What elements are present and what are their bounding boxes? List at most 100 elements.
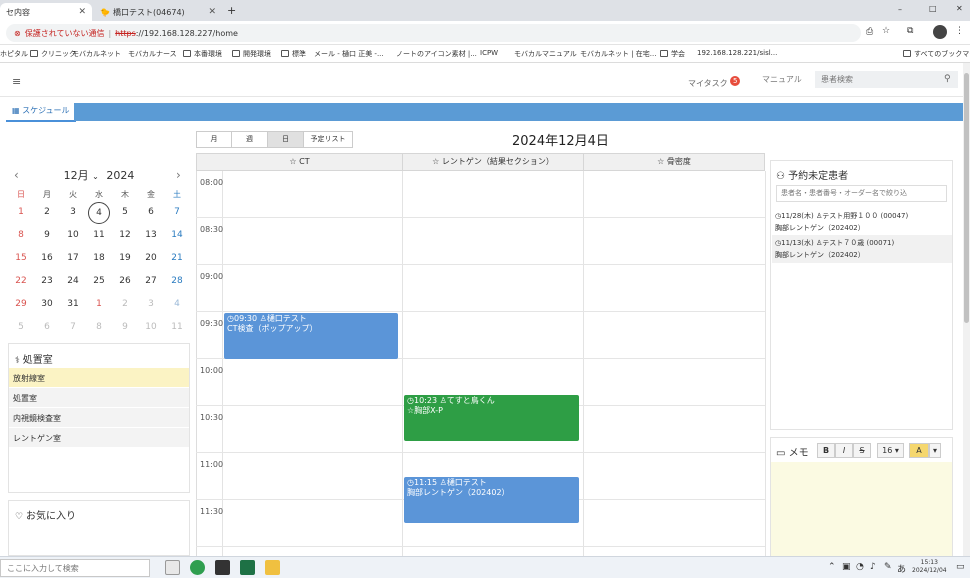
calendar-day[interactable]: 22 [8,276,34,286]
calendar-day[interactable]: 29 [8,299,34,309]
bookmark-folder[interactable]: すべてのブックマーク [903,49,970,59]
mytask-link[interactable]: マイタスク 5 [688,76,741,89]
bookmark[interactable]: モバカルマニュアル [514,49,577,59]
star-icon[interactable]: ☆ [289,157,296,166]
calendar-day[interactable]: 12 [112,230,138,240]
calendar-day[interactable]: 1 [86,299,112,309]
close-tab-icon[interactable]: ✕ [78,7,86,17]
calendar-day[interactable]: 8 [86,322,112,332]
app-icon[interactable] [215,560,230,575]
mini-calendar-title[interactable]: 12月 ⌄ 2024 [8,167,190,185]
calendar-day[interactable]: 25 [86,276,112,286]
network-icon[interactable]: ▣ [842,562,851,572]
taskbar-search-input[interactable] [0,559,150,577]
memo-textarea[interactable] [771,462,952,556]
strikethrough-button[interactable]: S [853,443,871,458]
calendar-day[interactable]: 7 [164,207,190,217]
view-day-button[interactable]: 日 [267,131,304,148]
calendar-day[interactable]: 4 [88,202,110,224]
bookmark[interactable]: 192.168.128.221/sisl... [697,49,777,57]
appointment-event[interactable]: ◷10:23 ♙てすと鳥くん ☆胸部X-P [404,395,579,441]
calendar-day[interactable]: 3 [138,299,164,309]
bookmark[interactable]: モバカルネット [72,49,121,59]
omnibox[interactable]: ⊗ 保護されていない通信 | https ://192.168.128.227/… [6,24,861,42]
bookmark[interactable]: メール - 樋口 正美 -... [314,49,384,59]
calendar-day[interactable]: 18 [86,253,112,263]
ime-indicator[interactable]: あ [897,562,906,575]
pen-icon[interactable]: ✎ [884,562,892,572]
calendar-day[interactable]: 5 [8,322,34,332]
close-window-button[interactable]: ✕ [956,4,963,13]
calendar-day[interactable]: 20 [138,253,164,263]
calendar-day[interactable]: 23 [34,276,60,286]
manual-link[interactable]: マニュアル [762,74,802,85]
calendar-day[interactable]: 11 [164,322,190,332]
volume-icon[interactable]: ♪ [870,562,876,572]
calendar-day[interactable]: 6 [138,207,164,217]
browser-tab-active[interactable]: セ内容 ✕ [0,3,92,21]
room-item[interactable]: 処置室 [9,388,189,408]
calendar-day[interactable]: 14 [164,230,190,240]
room-item[interactable]: レントゲン室 [9,428,189,448]
bookmark[interactable]: モバカルネット | 在宅... [580,49,656,59]
calendar-day[interactable]: 10 [60,230,86,240]
bookmark[interactable]: モバカルナース [128,49,177,59]
chrome-icon[interactable] [190,560,205,575]
scrollbar-thumb[interactable] [964,73,969,323]
page-scrollbar[interactable] [963,63,970,556]
star-icon[interactable]: ☆ [432,157,439,166]
calendar-day[interactable]: 11 [86,230,112,240]
bookmark-folder[interactable]: 開発環境 [232,49,271,59]
new-tab-button[interactable]: + [227,4,236,17]
calendar-day[interactable]: 9 [112,322,138,332]
excel-icon[interactable] [240,560,255,575]
calendar-day[interactable]: 2 [112,299,138,309]
maximize-button[interactable]: □ [929,4,937,13]
close-tab-icon[interactable]: ✕ [208,7,216,17]
star-icon[interactable]: ☆ [882,26,890,36]
extension-icon[interactable]: ⧉ [907,26,913,36]
bookmark-folder[interactable]: クリニック [30,49,76,59]
bookmark[interactable]: ICPW [480,49,498,57]
share-icon[interactable]: ⎙ [866,27,873,37]
calendar-day[interactable]: 24 [60,276,86,286]
calendar-day[interactable]: 8 [8,230,34,240]
browser-tab[interactable]: 🐤 橋口テスト(04674) ✕ [94,3,222,21]
bold-button[interactable]: B [817,443,835,458]
patient-search-input[interactable] [815,71,958,88]
clock[interactable]: 15:13 2024/12/04 [912,559,947,575]
calendar-day[interactable]: 15 [8,253,34,263]
kebab-menu-icon[interactable]: ⋮ [955,26,964,36]
calendar-day[interactable]: 31 [60,299,86,309]
next-month-icon[interactable]: › [176,168,181,182]
unscheduled-item[interactable]: ◷11/13(水) ♙テスト７０歳 (00071) 胸部レントゲン（202402… [772,235,952,263]
font-color-button[interactable]: A [909,443,929,458]
unscheduled-item[interactable]: ◷11/28(木) ♙テスト用野１００ (00047) 胸部レントゲン（2024… [772,208,952,236]
italic-button[interactable]: I [835,443,853,458]
tab-schedule[interactable]: ▦ スケジュール [6,100,76,122]
profile-avatar[interactable] [933,25,947,39]
calendar-day[interactable]: 1 [8,207,34,217]
bookmark-folder[interactable]: 学会 [660,49,685,59]
font-color-dropdown[interactable]: ▾ [929,443,941,458]
calendar-day[interactable]: 21 [164,253,190,263]
calendar-day[interactable]: 7 [60,322,86,332]
taskview-icon[interactable] [165,560,180,575]
calendar-day[interactable]: 28 [164,276,190,286]
notification-icon[interactable]: ▭ [956,562,965,572]
calendar-day[interactable]: 27 [138,276,164,286]
file-explorer-icon[interactable] [265,560,280,575]
calendar-day[interactable]: 3 [60,207,86,217]
calendar-day[interactable]: 9 [34,230,60,240]
view-month-button[interactable]: 月 [196,131,232,148]
calendar-day[interactable]: 16 [34,253,60,263]
appointment-event[interactable]: ◷11:15 ♙樋口テスト 胸部レントゲン（202402） [404,477,579,523]
wifi-icon[interactable]: ◔ [856,562,864,572]
calendar-day[interactable]: 6 [34,322,60,332]
calendar-day[interactable]: 10 [138,322,164,332]
calendar-day[interactable]: 19 [112,253,138,263]
room-item[interactable]: 内視鏡検査室 [9,408,189,428]
star-icon[interactable]: ☆ [657,157,664,166]
view-week-button[interactable]: 週 [231,131,268,148]
bookmark-folder[interactable]: 本番環境 [183,49,222,59]
